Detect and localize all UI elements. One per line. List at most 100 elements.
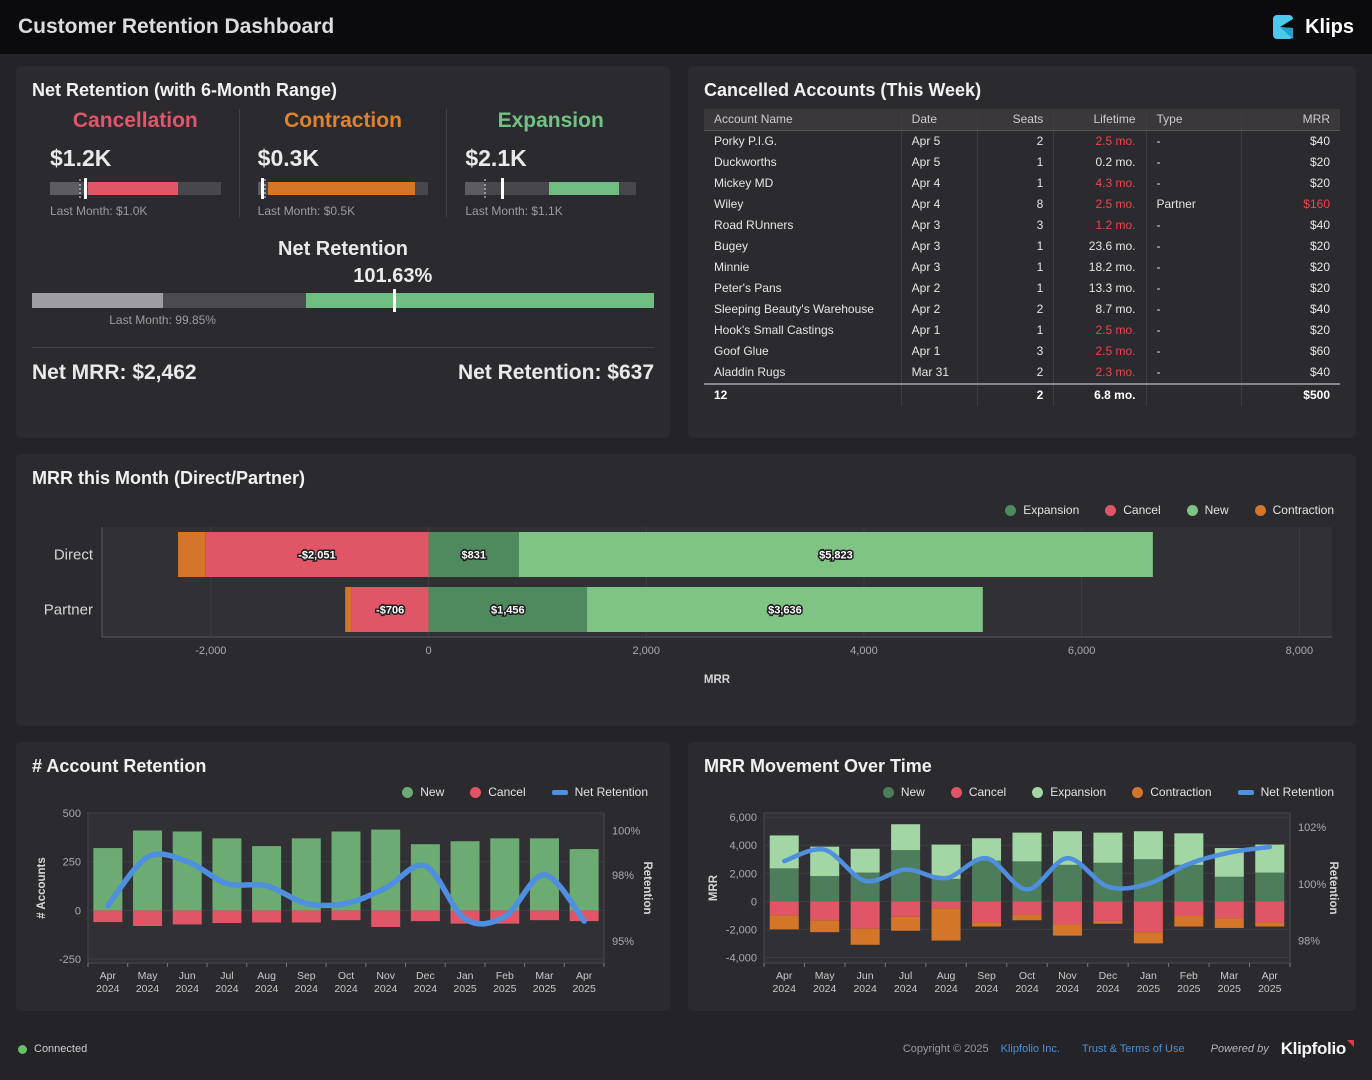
bar-segment-cancel xyxy=(1093,901,1122,921)
category-month-label: Apr xyxy=(100,970,117,982)
terms-link[interactable]: Trust & Terms of Use xyxy=(1082,1043,1185,1055)
bar-segment-cancel xyxy=(1134,901,1163,932)
cell-date: Apr 3 xyxy=(901,257,977,278)
gauge-marker xyxy=(393,289,396,312)
category-year-label: 2024 xyxy=(934,983,958,995)
mrr-movement-chart: Apr2024May2024Jun2024Jul2024Aug2024Sep20… xyxy=(704,807,1340,1007)
x-tick-label: 6,000 xyxy=(1068,645,1096,657)
bar-segment-new xyxy=(770,868,799,901)
row-middle: MRR this Month (Direct/Partner) Expansio… xyxy=(16,454,1356,726)
connection-status: Connected xyxy=(18,1043,87,1055)
net-retention-kpi: Net Retention: $637 xyxy=(458,361,654,385)
kpi-row: Net MRR: $2,462 Net Retention: $637 xyxy=(32,361,654,385)
row-bottom: # Account Retention NewCancelNet Retenti… xyxy=(16,742,1356,1011)
right-axis-title: Retention xyxy=(1327,861,1339,914)
cell-mrr: $40 xyxy=(1241,299,1340,320)
cell-date: Apr 3 xyxy=(901,215,977,236)
bullet-target-marker xyxy=(261,178,264,199)
category-month-label: Jan xyxy=(457,970,474,982)
cell-date: Apr 1 xyxy=(901,341,977,362)
bar-segment-label: $831 xyxy=(462,550,486,562)
category-month-label: Jun xyxy=(857,970,874,982)
category-year-label: 2024 xyxy=(894,983,918,995)
bar-segment-expansion xyxy=(1013,833,1042,862)
metric-group: Cancellation $1.2K Last Month: $1.0K Con… xyxy=(32,109,654,218)
cell-seats: 3 xyxy=(977,341,1053,362)
category-year-label: 2025 xyxy=(1177,983,1201,995)
legend-label: Cancel xyxy=(488,785,525,799)
bar-segment-cancel xyxy=(411,910,440,921)
legend-label: Net Retention xyxy=(1261,785,1334,799)
cell-lifetime: 8.7 mo. xyxy=(1054,299,1146,320)
cell-mrr: $20 xyxy=(1241,152,1340,173)
gauge-light-segment xyxy=(32,293,163,308)
bullet-target-marker xyxy=(501,178,504,199)
cell-account-name: Aladdin Rugs xyxy=(704,362,901,384)
account-retention-chart: Apr2024May2024Jun2024Jul2024Aug2024Sep20… xyxy=(32,807,654,1007)
bar-segment-contraction xyxy=(1134,932,1163,943)
table-row: Aladdin RugsMar 3122.3 mo.-$40 xyxy=(704,362,1340,384)
bar-segment-cancel xyxy=(1174,901,1203,916)
legend-swatch-icon xyxy=(470,787,481,798)
category-month-label: Mar xyxy=(1220,970,1239,982)
bar-segment-cancel xyxy=(1215,901,1244,918)
category-year-label: 2025 xyxy=(1218,983,1242,995)
table-row: BugeyApr 3123.6 mo.-$20 xyxy=(704,236,1340,257)
legend-swatch-icon xyxy=(883,787,894,798)
divider xyxy=(32,347,654,348)
cell-date: Apr 2 xyxy=(901,278,977,299)
bar-segment-label: $1,456 xyxy=(491,605,525,617)
copyright-link[interactable]: Klipfolio Inc. xyxy=(1001,1043,1060,1055)
y-right-tick-label: 98% xyxy=(612,870,634,882)
bar-segment-new xyxy=(490,838,519,910)
category-year-label: 2024 xyxy=(975,983,999,995)
category-month-label: Feb xyxy=(496,970,514,982)
cell-mrr: $40 xyxy=(1241,362,1340,384)
metric-value: $1.2K xyxy=(50,145,221,172)
legend-label: Cancel xyxy=(1123,503,1160,517)
category-year-label: 2025 xyxy=(572,983,596,995)
cell-account-name: Peter's Pans xyxy=(704,278,901,299)
bar-segment-cancel xyxy=(770,901,799,915)
cell-type: - xyxy=(1146,131,1241,153)
left-axis-title: # Accounts xyxy=(36,857,48,919)
total-cell xyxy=(1146,384,1241,406)
bar-segment-label: $3,636 xyxy=(768,605,802,617)
x-tick-label: 8,000 xyxy=(1286,645,1314,657)
cell-lifetime: 2.5 mo. xyxy=(1054,320,1146,341)
total-cell xyxy=(901,384,977,406)
y-tick-label: 4,000 xyxy=(729,840,757,852)
category-year-label: 2025 xyxy=(1258,983,1282,995)
metric-title: Expansion xyxy=(465,109,636,133)
cell-mrr: $20 xyxy=(1241,278,1340,299)
category-year-label: 2024 xyxy=(1096,983,1120,995)
table-row: Goof GlueApr 132.5 mo.-$60 xyxy=(704,341,1340,362)
cell-lifetime: 2.3 mo. xyxy=(1054,362,1146,384)
bar-segment-label: $5,823 xyxy=(819,550,853,562)
total-cell: $500 xyxy=(1241,384,1340,406)
cancelled-accounts-table: Account NameDateSeatsLifetimeTypeMRR Por… xyxy=(704,109,1340,406)
cell-type: - xyxy=(1146,278,1241,299)
category-month-label: Apr xyxy=(1262,970,1279,982)
category-year-label: 2024 xyxy=(414,983,438,995)
cell-lifetime: 4.3 mo. xyxy=(1054,173,1146,194)
app-footer: Connected Copyright © 2025 Klipfolio Inc… xyxy=(0,1027,1372,1071)
y-right-tick-label: 100% xyxy=(612,826,640,838)
metric-caption: Last Month: $1.1K xyxy=(465,204,636,218)
category-month-label: Nov xyxy=(376,970,395,982)
legend-item-contraction: Contraction xyxy=(1255,503,1334,517)
cell-account-name: Porky P.I.G. xyxy=(704,131,901,153)
bar-segment-cancel xyxy=(851,901,880,928)
cell-mrr: $20 xyxy=(1241,236,1340,257)
category-label: Partner xyxy=(44,602,93,619)
table-header: Account NameDateSeatsLifetimeTypeMRR xyxy=(704,109,1340,131)
bar-segment-cancel xyxy=(212,910,241,923)
legend-label: Expansion xyxy=(1050,785,1106,799)
column-header-mrr: MRR xyxy=(1241,109,1340,131)
bar-segment-new xyxy=(891,850,920,901)
cell-type: - xyxy=(1146,320,1241,341)
cell-account-name: Bugey xyxy=(704,236,901,257)
page-title: Customer Retention Dashboard xyxy=(18,15,334,39)
bar-segment-cancel xyxy=(252,910,281,922)
bar-segment-new xyxy=(1215,877,1244,902)
